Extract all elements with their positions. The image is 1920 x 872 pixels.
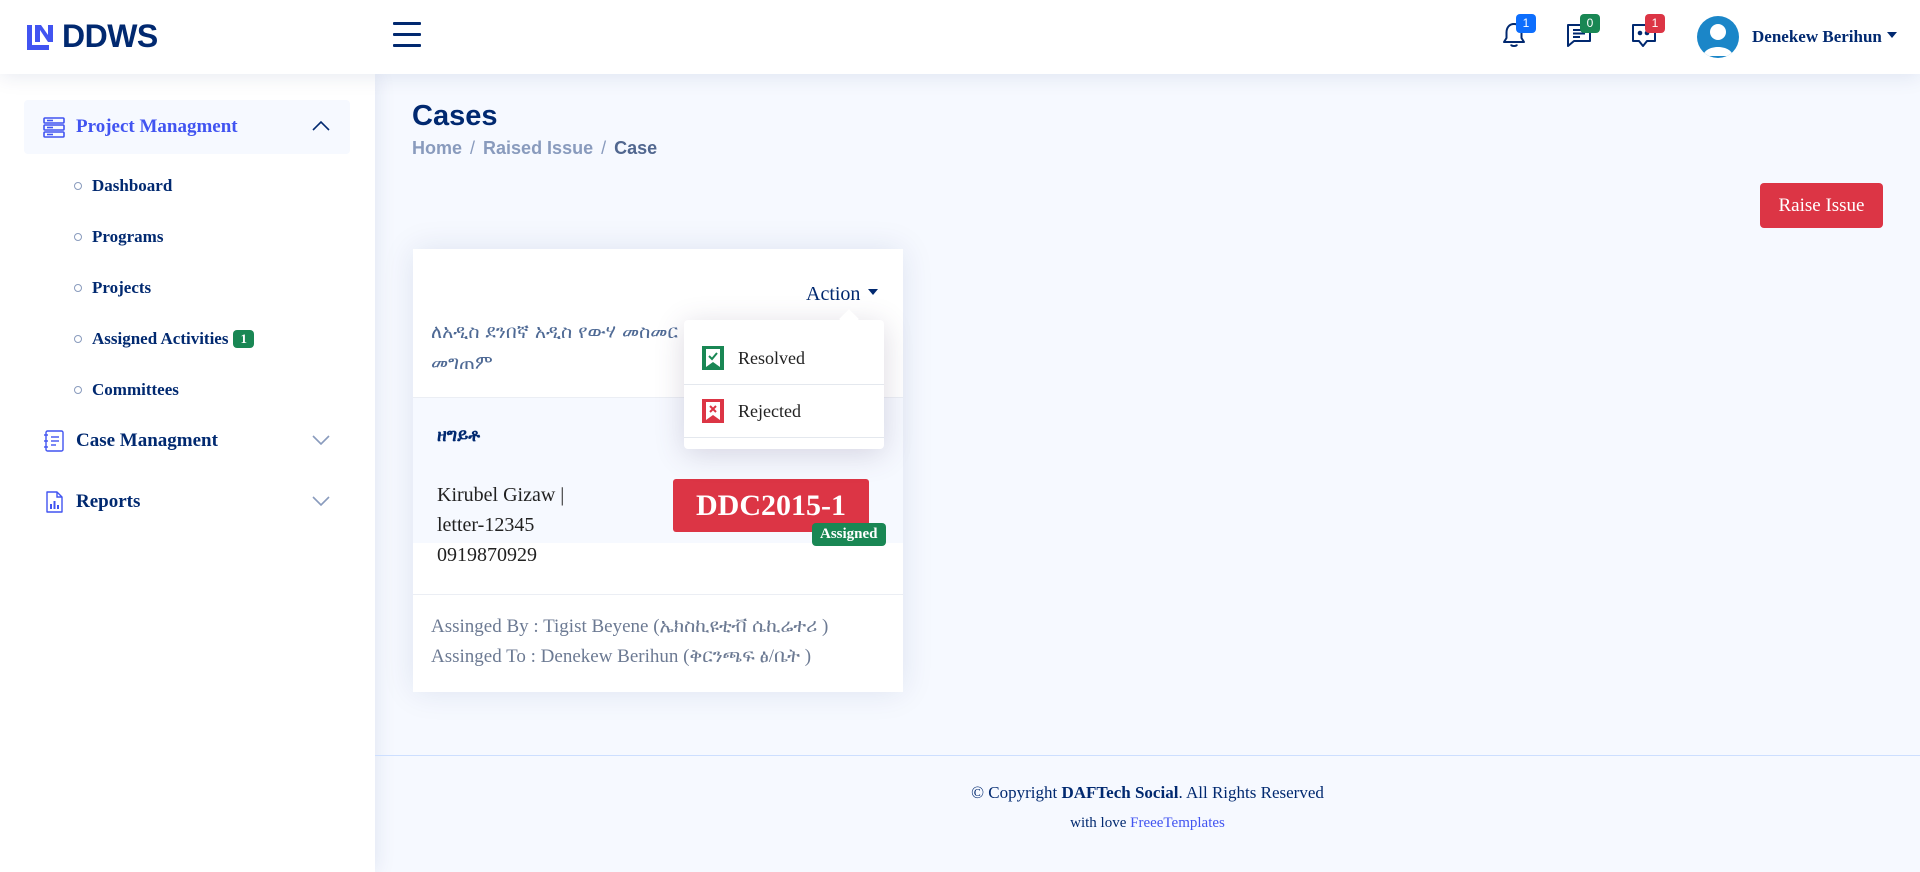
user-name: Denekew Berihun bbox=[1752, 27, 1882, 46]
sidebar-item-label: Project Managment bbox=[76, 116, 238, 137]
menu-item-label: Rejected bbox=[738, 400, 801, 421]
user-profile-toggle[interactable]: Denekew Berihun bbox=[1752, 27, 1897, 47]
action-label: Action bbox=[806, 283, 861, 305]
case-card: Action ለአዲስ ደንበኛ አዲስ የውሃ መስመር መግጠም ዘግይቶ … bbox=[413, 249, 903, 692]
contact-letter-ref: letter-12345 bbox=[437, 514, 535, 536]
contact-name: Kirubel Gizaw | bbox=[437, 484, 565, 506]
action-dropdown-toggle[interactable]: Action bbox=[806, 283, 879, 306]
contact-phone: 0919870929 bbox=[437, 544, 537, 566]
notifications-count-badge: 1 bbox=[1516, 14, 1536, 33]
circle-icon bbox=[74, 182, 82, 190]
menu-item-rejected[interactable]: Rejected bbox=[702, 399, 801, 423]
sidebar-subitem-label: Committees bbox=[92, 380, 179, 399]
sidebar-subitem-projects[interactable]: Projects bbox=[74, 278, 151, 298]
sidebar-subitem-committees[interactable]: Committees bbox=[74, 380, 179, 400]
menu-bar bbox=[393, 22, 421, 25]
copyright-suffix: . All Rights Reserved bbox=[1178, 783, 1324, 802]
menu-bar bbox=[393, 44, 421, 47]
chevron-down-icon bbox=[868, 289, 879, 296]
chevron-down-icon bbox=[312, 496, 330, 507]
credits-link[interactable]: FreeeTemplates bbox=[1130, 815, 1225, 831]
messages-button[interactable]: 0 bbox=[1565, 14, 1600, 49]
case-contact: Kirubel Gizaw | letter-12345 0919870929 bbox=[437, 480, 564, 570]
footer-divider bbox=[375, 755, 1920, 756]
sidebar-item-label: Case Managment bbox=[76, 430, 218, 451]
chevron-down-icon bbox=[1886, 32, 1897, 39]
sidebar-subitem-label: Programs bbox=[92, 227, 164, 246]
user-silhouette-icon bbox=[1703, 24, 1733, 56]
sidebar-item-case-management[interactable]: Case Managment bbox=[24, 414, 350, 468]
action-dropdown-menu: Resolved Rejected bbox=[684, 320, 884, 449]
assigned-activities-count-badge: 1 bbox=[233, 330, 254, 348]
breadcrumb-separator: / bbox=[470, 138, 476, 158]
divider bbox=[684, 437, 884, 438]
bookmark-check-icon bbox=[702, 346, 724, 370]
assigned-by: Assinged By : Tigist Beyene (ኤክስኪዩቲቭ ሴኪሬ… bbox=[431, 616, 829, 637]
sidebar-item-label: Reports bbox=[76, 491, 141, 512]
circle-icon bbox=[74, 386, 82, 394]
sidebar-subitem-assigned-activities[interactable]: Assigned Activities 1 bbox=[74, 329, 254, 349]
feedback-count-badge: 1 bbox=[1645, 14, 1665, 33]
circle-icon bbox=[74, 335, 82, 343]
circle-icon bbox=[74, 284, 82, 292]
chevron-up-icon bbox=[312, 120, 330, 131]
credits-prefix: with love bbox=[1070, 815, 1131, 831]
menu-bar bbox=[393, 33, 421, 36]
copyright-prefix: © Copyright bbox=[971, 783, 1062, 802]
divider bbox=[684, 384, 884, 385]
menu-item-label: Resolved bbox=[738, 347, 805, 368]
user-avatar[interactable] bbox=[1697, 16, 1739, 58]
logo-icon bbox=[27, 24, 53, 50]
circle-icon bbox=[74, 233, 82, 241]
messages-count-badge: 0 bbox=[1580, 14, 1600, 33]
breadcrumb-home-link[interactable]: Home bbox=[412, 138, 462, 159]
footer-copyright: © Copyright DAFTech Social. All Rights R… bbox=[375, 783, 1920, 803]
sidebar-subitem-label: Assigned Activities bbox=[92, 329, 229, 348]
breadcrumb-raised-issue-link[interactable]: Raised Issue bbox=[483, 138, 593, 159]
breadcrumb-separator: / bbox=[601, 138, 607, 158]
page-title: Cases bbox=[412, 100, 498, 132]
chevron-down-icon bbox=[312, 435, 330, 446]
copyright-brand: DAFTech Social bbox=[1061, 783, 1179, 802]
sidebar-subitem-label: Dashboard bbox=[92, 176, 173, 195]
journal-text-icon bbox=[44, 430, 64, 452]
case-title: ለአዲስ ደንበኛ አዲስ የውሃ መስመር መግጠም bbox=[431, 321, 678, 374]
notifications-button[interactable]: 1 bbox=[1501, 14, 1536, 49]
menu-item-resolved[interactable]: Resolved bbox=[702, 346, 805, 370]
footer-credits: with love FreeeTemplates bbox=[375, 815, 1920, 832]
file-bar-chart-icon bbox=[46, 491, 63, 513]
sidebar-toggle-button[interactable] bbox=[393, 22, 421, 48]
sidebar-item-project-management[interactable]: Project Managment bbox=[24, 100, 350, 154]
breadcrumb: Home / Raised Issue / Case bbox=[412, 138, 657, 159]
case-delay-label: ዘግይቶ bbox=[437, 425, 481, 446]
bookmark-x-icon bbox=[702, 399, 724, 423]
breadcrumb-current: Case bbox=[614, 138, 658, 158]
brand-logo[interactable]: DDWS bbox=[24, 18, 158, 55]
top-header: DDWS 1 0 1 Denekew Berihun bbox=[0, 0, 1920, 74]
sidebar-subitem-label: Projects bbox=[92, 278, 152, 297]
server-stack-icon bbox=[43, 117, 65, 138]
raise-issue-button[interactable]: Raise Issue bbox=[1760, 183, 1883, 228]
assigned-to: Assinged To : Denekew Berihun (ቅርንጫፍ ፅ/ቤ… bbox=[431, 646, 812, 667]
sidebar: Project Managment Dashboard Programs Pro… bbox=[0, 74, 375, 872]
sidebar-item-reports[interactable]: Reports bbox=[24, 475, 350, 529]
brand-name: DDWS bbox=[62, 18, 158, 54]
sidebar-subitem-programs[interactable]: Programs bbox=[74, 227, 163, 247]
feedback-button[interactable]: 1 bbox=[1630, 14, 1665, 49]
sidebar-subitem-dashboard[interactable]: Dashboard bbox=[74, 176, 172, 196]
status-badge: Assigned bbox=[812, 523, 886, 546]
divider bbox=[413, 594, 903, 595]
